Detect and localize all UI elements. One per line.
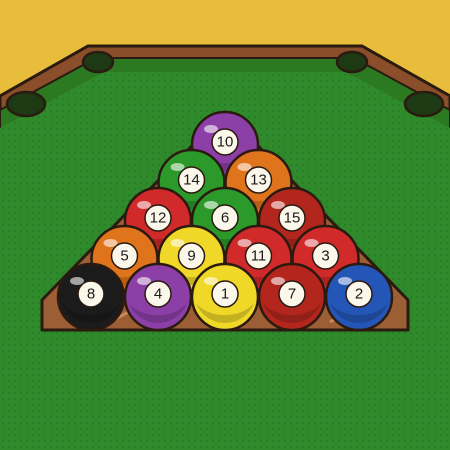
pocket-left (5, 90, 47, 118)
ball-number: 1 (221, 286, 229, 303)
ball-number: 13 (250, 172, 267, 189)
pocket-far-left (81, 50, 115, 74)
ball-8: 8 (56, 262, 126, 332)
ball-number: 9 (187, 248, 195, 265)
ball-1: 1 (190, 262, 260, 332)
ball-4: 4 (123, 262, 193, 332)
ball-number: 10 (217, 134, 234, 151)
ball-number: 5 (120, 248, 128, 265)
ball-number: 11 (251, 248, 267, 265)
ball-7: 7 (257, 262, 327, 332)
ball-number: 8 (87, 286, 95, 303)
pocket-right (403, 90, 445, 118)
ball-number: 7 (288, 286, 296, 303)
ball-number: 12 (150, 210, 167, 227)
billiards-illustration: 10 14 13 12 6 15 5 9 11 3 8 4 1 7 2 (0, 0, 450, 450)
ball-number: 6 (221, 210, 229, 227)
ball-number: 2 (355, 286, 363, 303)
pocket-far-right (335, 50, 369, 74)
ball-number: 3 (321, 248, 329, 265)
ball-2: 2 (324, 262, 394, 332)
ball-number: 15 (284, 210, 301, 227)
ball-number: 14 (183, 172, 200, 189)
ball-number: 4 (154, 286, 162, 303)
